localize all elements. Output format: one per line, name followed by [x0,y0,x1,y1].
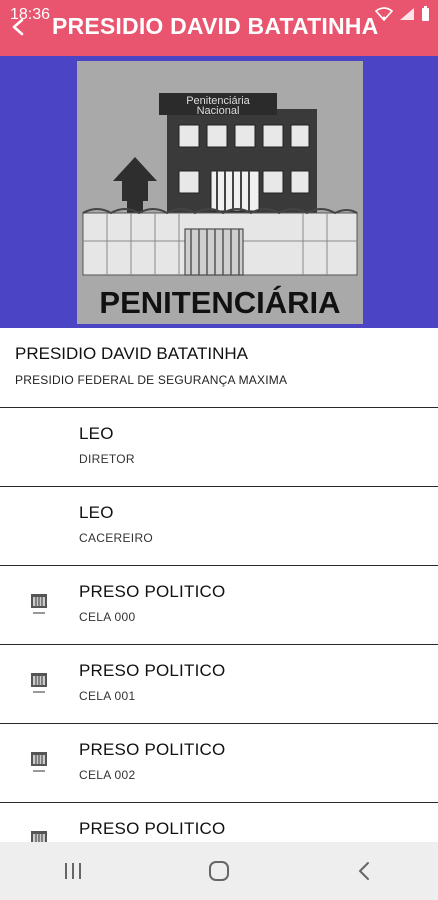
list-item-title: LEO [79,424,114,443]
sign-line-2: Nacional [197,105,240,117]
system-nav-bar [0,842,438,900]
list-item[interactable]: PRESO POLITICO CELA 002 [0,724,438,803]
cell-icon [28,592,50,618]
list-item[interactable]: PRESO POLITICO CELA 001 [0,645,438,724]
list-item-title: PRESO POLITICO [79,740,226,759]
list-item-title: LEO [79,503,114,522]
page-title: PRESIDIO DAVID BATATINHA [52,13,379,39]
prison-header: PRESIDIO DAVID BATATINHA PRESIDIO FEDERA… [0,328,438,408]
hero-caption: PENITENCIÁRIA [99,285,340,320]
list-item-title: PRESO POLITICO [79,661,226,680]
hero-banner: Penitenciária Nacional PENITENCIÁRIA [0,56,438,328]
cell-icon [28,671,50,697]
cell-icon [28,750,50,776]
app-bar: 18:36 PRESIDIO DAVID BATATINHA [0,0,438,56]
personnel-list: LEO DIRETOR LEO CACEREIRO PRESO POLITICO… [0,408,438,882]
home-icon[interactable] [195,847,243,895]
list-item-subtitle: CACEREIRO [79,531,154,545]
prison-description: PRESIDIO FEDERAL DE SEGURANÇA MAXIMA [15,373,288,387]
list-item-subtitle: DIRETOR [79,452,135,466]
status-icons [375,6,430,22]
list-item[interactable]: PRESO POLITICO CELA 000 [0,566,438,645]
signal-icon [399,7,415,21]
list-item[interactable]: LEO CACEREIRO [0,487,438,566]
prison-illustration: Penitenciária Nacional PENITENCIÁRIA [77,61,363,324]
list-item-subtitle: CELA 001 [79,689,136,703]
list-item-title: PRESO POLITICO [79,819,226,838]
prison-name: PRESIDIO DAVID BATATINHA [15,344,248,363]
back-icon[interactable] [341,847,389,895]
battery-icon [421,6,430,22]
recents-icon[interactable] [49,847,97,895]
back-arrow-icon[interactable] [6,14,32,40]
list-item-title: PRESO POLITICO [79,582,226,601]
list-item-subtitle: CELA 002 [79,768,136,782]
list-item[interactable]: LEO DIRETOR [0,408,438,487]
list-item-subtitle: CELA 000 [79,610,136,624]
